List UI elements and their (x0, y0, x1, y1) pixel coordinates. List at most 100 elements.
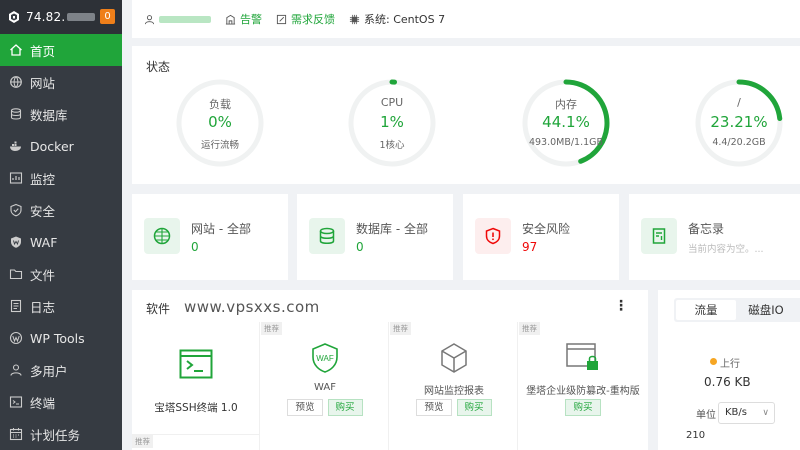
software-actions: 预览 购买 (261, 399, 389, 416)
tab-disk-io[interactable]: 磁盘IO (736, 300, 796, 320)
gauge-value: 0% (208, 113, 232, 131)
overview-title: 数据库 - 全部 (356, 222, 428, 236)
sidebar-item-docker[interactable]: Docker (0, 130, 122, 162)
sidebar-item-cron[interactable]: 计划任务 (0, 418, 122, 450)
software-item-tamper-proof[interactable]: 推荐 堡塔企业级防篡改-重构版 购买 (519, 322, 647, 450)
software-item-ssh[interactable]: 宝塔SSH终端 1.0 (132, 322, 260, 450)
preview-button[interactable]: 预览 (416, 399, 452, 416)
overview-value: 0 (191, 240, 199, 254)
sidebar-item-label: 监控 (30, 171, 56, 187)
traffic-card: 流量 磁盘IO 上行 0.76 KB 单位 KB/s ∨ 210 (658, 290, 800, 450)
overview-value: 当前内容为空。... (688, 244, 764, 255)
ip-mask (67, 13, 96, 21)
unit-select[interactable]: KB/s ∨ (718, 402, 775, 424)
gauge-label: 内存 (555, 98, 577, 111)
software-row-2: 推荐 (132, 434, 260, 450)
shield-icon (9, 203, 23, 217)
recommend-tag: 推荐 (390, 322, 411, 335)
gauge-sub: 4.4/20.2GB (712, 137, 766, 148)
log-icon (9, 299, 23, 313)
gauge-label: CPU (380, 96, 404, 109)
feedback-label: 需求反馈 (291, 13, 335, 26)
gauge-value: 44.1% (542, 113, 590, 131)
sidebar-item-database[interactable]: 数据库 (0, 98, 122, 130)
sidebar-item-label: 计划任务 (30, 427, 81, 443)
bell-icon (225, 14, 236, 25)
system-info: 系统: CentOS 7 (349, 11, 445, 27)
overview-databases[interactable]: 数据库 - 全部 0 (297, 194, 453, 280)
overview-title: 安全风险 (522, 222, 571, 236)
sidebar-item-label: 安全 (30, 203, 56, 219)
edit-icon (276, 14, 287, 24)
gauge-label: / (737, 96, 741, 109)
sidebar-item-label: 多用户 (30, 363, 68, 379)
docker-icon (9, 139, 23, 153)
software-item-waf[interactable]: 推荐 WAF WAF 预览 购买 (261, 322, 389, 450)
recommend-tag: 推荐 (519, 322, 540, 335)
calendar-icon (9, 427, 23, 441)
username-mask (159, 15, 211, 23)
feedback-link[interactable]: 需求反馈 (276, 11, 335, 27)
gauge-label: 负载 (209, 98, 231, 111)
warning-shield-icon (475, 218, 511, 254)
sidebar-item-security[interactable]: 安全 (0, 194, 122, 226)
locked-window-icon (563, 340, 603, 376)
sidebar-item-waf[interactable]: WAF (0, 226, 122, 258)
buy-button[interactable]: 购买 (456, 399, 492, 416)
overview-title: 备忘录 (688, 222, 725, 236)
gauge-value: 1% (380, 113, 404, 131)
watermark-text: www.vpsxxs.com (184, 298, 320, 316)
home-icon (9, 43, 23, 57)
monitor-icon (9, 171, 23, 185)
globe-icon (144, 218, 180, 254)
alert-link[interactable]: 告警 (225, 11, 262, 27)
more-menu-icon[interactable]: ⋮ (614, 298, 628, 314)
gauge-load[interactable]: 负载 0% 运行流畅 (175, 78, 265, 168)
sidebar-item-label: WAF (30, 234, 58, 250)
gauge-sub: 493.0MB/1.1GB (528, 137, 604, 148)
sidebar-item-terminal[interactable]: 终端 (0, 386, 122, 418)
notification-badge[interactable]: 0 (100, 9, 115, 24)
sidebar-item-website[interactable]: 网站 (0, 66, 122, 98)
sidebar-item-label: 终端 (30, 395, 56, 411)
server-ip: 74.82. (26, 10, 66, 24)
software-card: 软件 www.vpsxxs.com ⋮ 宝塔SSH终端 1.0 推荐 WAF W… (132, 290, 648, 450)
software-item-site-monitor[interactable]: 推荐 网站监控报表 预览 购买 (390, 322, 518, 450)
software-name: 宝塔SSH终端 1.0 (154, 402, 238, 414)
unit-label: 单位 (696, 410, 716, 421)
overview-security-risk[interactable]: 安全风险 97 (463, 194, 619, 280)
alert-label: 告警 (240, 13, 262, 26)
tab-traffic[interactable]: 流量 (676, 300, 736, 320)
software-name: 堡塔企业级防篡改-重构版 (526, 386, 640, 397)
gauge-memory[interactable]: 内存 44.1% 493.0MB/1.1GB (521, 78, 611, 168)
software-actions: 预览 购买 (390, 399, 518, 416)
overview-websites[interactable]: 网站 - 全部 0 (132, 194, 288, 280)
gauge-cpu[interactable]: CPU 1% 1核心 (347, 78, 437, 168)
preview-button[interactable]: 预览 (287, 399, 323, 416)
bt-logo-icon (9, 11, 19, 23)
waf-shield-icon: WAF (305, 340, 345, 376)
sidebar-item-home[interactable]: 首页 (0, 34, 122, 66)
gauge-disk[interactable]: / 23.21% 4.4/20.2GB (694, 78, 784, 168)
buy-button[interactable]: 购买 (565, 399, 601, 416)
sidebar-item-logs[interactable]: 日志 (0, 290, 122, 322)
sidebar-item-files[interactable]: 文件 (0, 258, 122, 290)
buy-button[interactable]: 购买 (327, 399, 363, 416)
sidebar-item-label: 数据库 (30, 107, 68, 123)
database-icon (9, 107, 23, 121)
sidebar-item-label: 文件 (30, 267, 56, 283)
upstream-legend-dot (710, 358, 717, 365)
sidebar-item-monitor[interactable]: 监控 (0, 162, 122, 194)
chip-icon (349, 14, 360, 24)
sidebar-item-multi-user[interactable]: 多用户 (0, 354, 122, 386)
chevron-down-icon: ∨ (762, 408, 769, 418)
overview-memo[interactable]: 备忘录 当前内容为空。... (629, 194, 800, 280)
user-info[interactable] (144, 14, 211, 25)
status-card: 状态 负载 0% 运行流畅 CPU 1% 1核心 内存 44.1% 493.0M… (132, 46, 800, 184)
user-icon (144, 14, 155, 24)
recommend-tag: 推荐 (261, 322, 282, 335)
sidebar-item-wp-tools[interactable]: WP Tools (0, 322, 122, 354)
gauge-sub: 1核心 (379, 140, 405, 151)
software-name: 网站监控报表 (424, 386, 484, 397)
system-label: 系统: CentOS 7 (364, 13, 446, 26)
